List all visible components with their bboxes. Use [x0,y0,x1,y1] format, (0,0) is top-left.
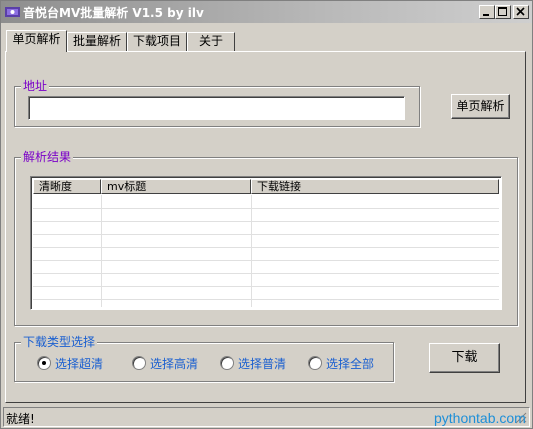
address-group-label: 地址 [21,79,50,93]
results-table[interactable]: 清晰度 mv标题 下载链接 [30,176,502,310]
window-title: 音悦台MV批量解析 V1.5 by ilv [23,6,204,20]
address-input[interactable] [28,96,405,120]
results-group-label: 解析结果 [21,150,74,164]
row-divider [33,234,499,235]
row-divider [33,208,499,209]
radio-label: 选择超清 [55,357,104,371]
tab-single-parse[interactable]: 单页解析 [6,30,67,52]
row-divider [33,260,499,261]
tab-panel: 地址 单页解析 解析结果 清晰度 mv标题 下载链接 下载类型选择 选择超清 选… [5,51,526,403]
radio-label: 选择高清 [150,357,199,371]
row-divider [33,221,499,222]
maximize-icon [498,7,507,16]
tab-about[interactable]: 关于 [187,32,235,51]
address-group: 地址 [14,79,420,127]
radio-button-circle [132,356,146,370]
radio-button-circle [308,356,322,370]
column-header-mv-title[interactable]: mv标题 [101,179,251,194]
single-parse-button[interactable]: 单页解析 [451,94,510,119]
radio-button-circle [220,356,234,370]
download-button[interactable]: 下载 [429,343,500,373]
minimize-icon [483,14,489,16]
radio-sd[interactable]: 选择普清 [220,356,300,371]
app-window: 音悦台MV批量解析 V1.5 by ilv 单页解析 批量解析 下载项目 关于 … [0,0,533,429]
status-text: 就绪! [6,412,35,426]
row-divider [33,299,499,300]
close-button[interactable] [513,5,529,19]
row-divider [33,286,499,287]
tab-download-items[interactable]: 下载项目 [127,32,187,51]
download-type-group: 下载类型选择 选择超清 选择高清 选择普清 选择全部 [14,335,394,382]
column-divider [251,195,252,307]
radio-label: 选择普清 [238,357,287,371]
column-header-resolution[interactable]: 清晰度 [33,179,101,194]
watermark: pythontab.com [434,410,526,426]
close-icon [516,7,525,16]
row-divider [33,273,499,274]
radio-label: 选择全部 [326,357,375,371]
app-icon [5,5,21,19]
radio-super-hd[interactable]: 选择超清 [37,356,117,371]
radio-all[interactable]: 选择全部 [308,356,388,371]
tab-batch-parse[interactable]: 批量解析 [67,32,127,51]
radio-hd[interactable]: 选择高清 [132,356,212,371]
row-divider [33,247,499,248]
column-header-download-link[interactable]: 下载链接 [251,179,499,194]
minimize-button[interactable] [479,5,495,19]
maximize-button[interactable] [495,5,511,19]
radio-selected-dot [42,361,46,365]
title-bar[interactable]: 音悦台MV批量解析 V1.5 by ilv [1,1,532,23]
download-type-group-label: 下载类型选择 [21,335,98,349]
results-group: 解析结果 清晰度 mv标题 下载链接 [14,150,518,326]
radio-button-circle [37,356,51,370]
column-divider [101,195,102,307]
